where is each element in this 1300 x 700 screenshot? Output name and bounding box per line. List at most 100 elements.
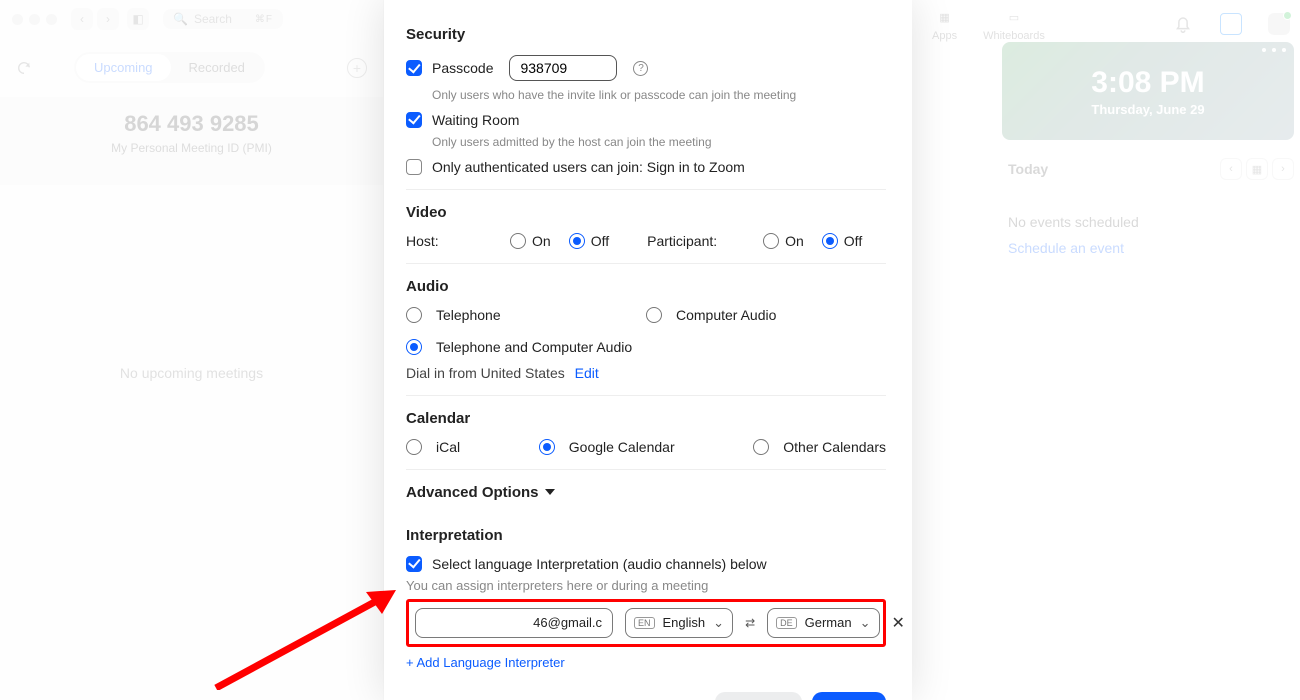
host-on-radio[interactable] (510, 233, 526, 249)
dial-row: Dial in from United States Edit (406, 365, 886, 381)
right-pane: ▦ Apps ▭ Whiteboards 3:08 PM Thursday, J… (912, 0, 1300, 700)
calendar-row: iCal Google Calendar Other Calendars (406, 439, 886, 455)
help-icon[interactable]: ? (633, 61, 648, 76)
day-grid-icon[interactable]: ▦ (1246, 158, 1268, 180)
lang-from-label: English (663, 615, 706, 630)
cancel-button[interactable]: Cancel (715, 692, 802, 700)
audio-both-radio[interactable] (406, 339, 422, 355)
pmi-label: My Personal Meeting ID (PMI) (0, 141, 383, 155)
traffic-close-icon[interactable] (12, 14, 23, 25)
waiting-hint: Only users admitted by the host can join… (432, 134, 886, 151)
seg-recorded[interactable]: Recorded (171, 54, 263, 81)
dial-edit-link[interactable]: Edit (575, 365, 599, 381)
today-row: Today ‹ ▦ › (1008, 158, 1294, 180)
add-meeting-icon[interactable]: + (347, 58, 367, 78)
pmi-number: 864 493 9285 (0, 111, 383, 137)
part-off-label: Off (844, 233, 862, 249)
participant-label: Participant: (647, 233, 755, 249)
pmi-block[interactable]: 864 493 9285 My Personal Meeting ID (PMI… (0, 97, 383, 185)
clock-card: 3:08 PM Thursday, June 29 (1002, 42, 1294, 140)
interp-hint: You can assign interpreters here or duri… (406, 578, 886, 593)
cal-other-label: Other Calendars (783, 439, 886, 455)
audio-tel-radio[interactable] (406, 307, 422, 323)
interp-select-label: Select language Interpretation (audio ch… (432, 556, 767, 572)
part-on-label: On (785, 233, 804, 249)
schedule-link[interactable]: Schedule an event (1008, 240, 1300, 256)
part-on-radio[interactable] (763, 233, 779, 249)
interp-select-row: Select language Interpretation (audio ch… (406, 556, 886, 572)
topbar-right: ▦ Apps ▭ Whiteboards (932, 6, 1290, 42)
video-row: Host: On Off Participant: On Off (406, 233, 886, 249)
nav-back-icon[interactable]: ‹ (71, 8, 93, 30)
day-next-icon[interactable]: › (1272, 158, 1294, 180)
whiteboards-icon: ▭ (1003, 6, 1025, 28)
passcode-checkbox[interactable] (406, 60, 422, 76)
lang-to-select[interactable]: DE German ⌄ (767, 608, 879, 638)
traffic-min-icon[interactable] (29, 14, 40, 25)
interpreter-row-highlight: EN English ⌄ ⇄ DE German ⌄ ✕ (406, 599, 886, 647)
search-kbd: ⌘F (255, 14, 273, 25)
host-off-label: Off (591, 233, 609, 249)
day-prev-icon[interactable]: ‹ (1220, 158, 1242, 180)
interpreter-email-input[interactable] (415, 608, 613, 638)
passcode-input[interactable] (509, 55, 617, 81)
remove-interpreter-icon[interactable]: ✕ (892, 613, 905, 633)
passcode-row: Passcode ? (406, 55, 886, 81)
history-icon[interactable]: ◧ (127, 8, 149, 30)
view-toggle-icon[interactable] (1220, 13, 1242, 35)
search-icon: 🔍 (173, 12, 188, 26)
auth-checkbox[interactable] (406, 159, 422, 175)
waiting-row: Waiting Room (406, 112, 886, 128)
card-menu-icon[interactable] (1262, 48, 1286, 52)
host-off-radio[interactable] (569, 233, 585, 249)
video-heading: Video (406, 204, 886, 221)
host-on-label: On (532, 233, 551, 249)
lang-to-code: DE (776, 617, 797, 629)
lang-from-code: EN (634, 617, 655, 629)
meetings-segment[interactable]: Upcoming Recorded (74, 52, 265, 83)
interp-checkbox[interactable] (406, 556, 422, 572)
auth-row: Only authenticated users can join: Sign … (406, 159, 886, 175)
audio-both-label: Telephone and Computer Audio (436, 339, 632, 355)
today-label: Today (1008, 161, 1048, 177)
whiteboards-label: Whiteboards (983, 30, 1045, 42)
chevron-down-icon: ⌄ (860, 615, 871, 631)
audio-options: Telephone Computer Audio Telephone and C… (406, 307, 886, 355)
part-off-radio[interactable] (822, 233, 838, 249)
day-nav: ‹ ▦ › (1220, 158, 1294, 180)
interp-heading: Interpretation (406, 527, 886, 544)
window-toolbar: ‹ › ◧ 🔍 Search ⌘F (0, 0, 383, 38)
cal-ical-radio[interactable] (406, 439, 422, 455)
bell-icon[interactable] (1172, 13, 1194, 35)
audio-comp-radio[interactable] (646, 307, 662, 323)
whiteboards-tab[interactable]: ▭ Whiteboards (983, 6, 1045, 42)
audio-tel-label: Telephone (436, 307, 501, 323)
save-button[interactable]: Save (812, 692, 886, 700)
avatar[interactable] (1268, 13, 1290, 35)
divider (406, 395, 886, 396)
advanced-toggle[interactable]: Advanced Options (406, 484, 886, 501)
divider (406, 469, 886, 470)
traffic-max-icon[interactable] (46, 14, 57, 25)
seg-upcoming[interactable]: Upcoming (76, 54, 171, 81)
meetings-subbar: Upcoming Recorded + (0, 38, 383, 97)
waiting-checkbox[interactable] (406, 112, 422, 128)
no-upcoming-msg: No upcoming meetings (0, 185, 383, 561)
divider (406, 263, 886, 264)
cal-google-radio[interactable] (539, 439, 555, 455)
cal-other-radio[interactable] (753, 439, 769, 455)
lang-from-select[interactable]: EN English ⌄ (625, 608, 733, 638)
nav-fwd-icon[interactable]: › (97, 8, 119, 30)
swap-icon[interactable]: ⇄ (745, 616, 755, 630)
traffic-lights (12, 14, 57, 25)
schedule-modal: Security Passcode ? Only users who have … (384, 0, 912, 700)
audio-comp-label: Computer Audio (676, 307, 776, 323)
nav-arrows: ‹ › (71, 8, 119, 30)
lang-to-label: German (805, 615, 852, 630)
apps-tab[interactable]: ▦ Apps (932, 6, 957, 42)
add-interpreter-link[interactable]: + Add Language Interpreter (406, 655, 886, 670)
refresh-icon[interactable] (16, 60, 32, 76)
audio-heading: Audio (406, 278, 886, 295)
search-input[interactable]: 🔍 Search ⌘F (163, 9, 283, 29)
apps-icon: ▦ (934, 6, 956, 28)
